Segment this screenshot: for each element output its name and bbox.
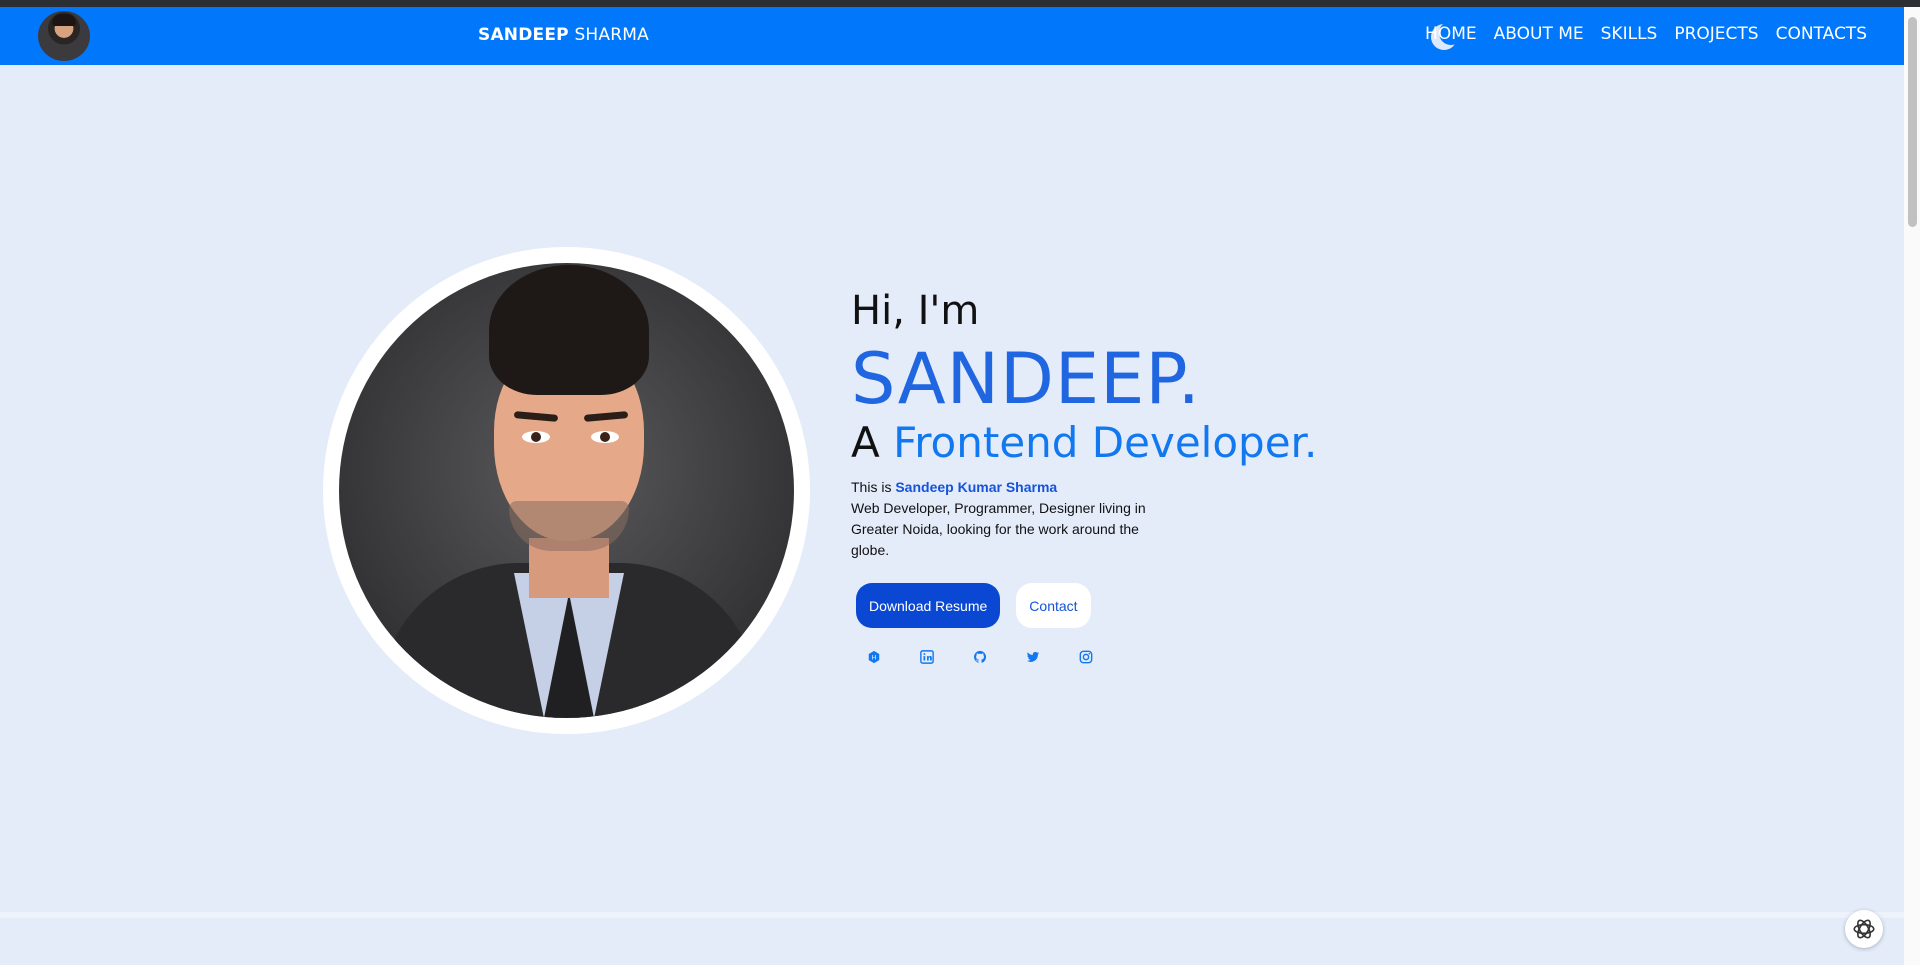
brand-first-name: SANDEEP xyxy=(478,25,569,45)
nav-avatar[interactable] xyxy=(38,11,90,61)
ai-assistant-button[interactable] xyxy=(1845,910,1883,948)
brand-last-name: SHARMA xyxy=(574,25,649,45)
section-divider xyxy=(0,912,1904,918)
nav-about[interactable]: ABOUT ME xyxy=(1494,24,1584,44)
bio-text: Web Developer, Programmer, Designer livi… xyxy=(851,500,1146,558)
hero-avatar-illustration xyxy=(339,263,794,718)
linkedin-icon[interactable] xyxy=(920,650,934,664)
role-prefix: A xyxy=(851,418,880,467)
nav-home[interactable]: HOME xyxy=(1425,24,1477,44)
nav-skills[interactable]: SKILLS xyxy=(1601,24,1658,44)
nav-contacts[interactable]: CONTACTS xyxy=(1776,24,1867,44)
bio-name: Sandeep Kumar Sharma xyxy=(895,479,1058,495)
bio-intro: This is xyxy=(851,479,892,495)
ai-assistant-icon xyxy=(1853,919,1875,939)
page-scrollbar[interactable] xyxy=(1904,7,1920,965)
social-links: H xyxy=(867,650,1317,664)
download-resume-button[interactable]: Download Resume xyxy=(856,583,1001,628)
navbar: SANDEEP SHARMA HOME ABOUT ME SKILLS PROJ… xyxy=(0,7,1904,65)
contact-button[interactable]: Contact xyxy=(1016,583,1091,628)
hero-role: A Frontend Developer. xyxy=(851,417,1317,469)
github-icon[interactable] xyxy=(973,650,987,664)
hero-intro: Hi, I'm SANDEEP. A Frontend Developer. T… xyxy=(851,285,1317,664)
hero-photo-frame xyxy=(323,247,810,734)
nav-links: HOME ABOUT ME SKILLS PROJECTS CONTACTS xyxy=(1425,24,1867,44)
role-title: Frontend Developer. xyxy=(893,418,1318,467)
twitter-icon[interactable] xyxy=(1026,650,1040,664)
hero-bio: This is Sandeep Kumar Sharma Web Develop… xyxy=(851,477,1171,561)
svg-text:H: H xyxy=(872,655,877,662)
scrollbar-thumb[interactable] xyxy=(1908,17,1917,227)
hero-name: SANDEEP. xyxy=(851,338,1201,420)
brand[interactable]: SANDEEP SHARMA xyxy=(478,25,649,45)
browser-top-strip xyxy=(0,0,1920,7)
hero-actions: Download Resume Contact xyxy=(856,583,1317,628)
nav-projects[interactable]: PROJECTS xyxy=(1674,24,1758,44)
hackerrank-icon[interactable]: H xyxy=(867,650,881,664)
hero-greeting: Hi, I'm xyxy=(851,288,980,334)
instagram-icon[interactable] xyxy=(1079,650,1093,664)
